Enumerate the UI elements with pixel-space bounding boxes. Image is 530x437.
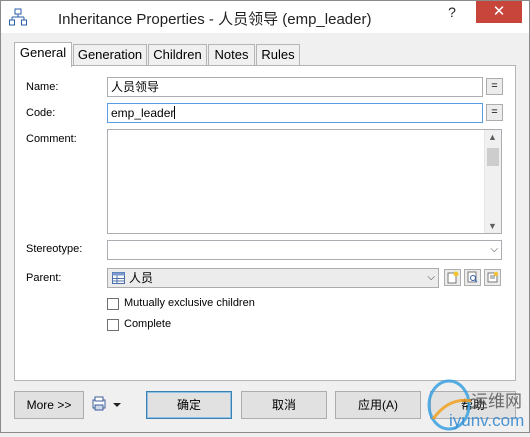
parent-combo[interactable]: 人员 ⌵ [107,268,439,288]
cancel-button[interactable]: 取消 [241,391,327,419]
select-parent-button[interactable] [464,269,481,286]
chevron-down-icon[interactable]: ⌵ [427,269,435,287]
stereotype-value [108,243,111,257]
printer-icon [92,396,121,411]
entity-table-icon [112,272,125,284]
comment-label: Comment: [26,133,77,145]
tab-notes[interactable]: Notes [208,44,255,66]
comment-textarea[interactable]: ▲ ▼ [107,129,502,234]
tab-rules[interactable]: Rules [256,44,300,66]
complete-label: Complete [124,318,172,330]
stereotype-combo[interactable]: ⌵ [107,240,502,260]
stereotype-label: Stereotype: [26,243,83,255]
parent-label: Parent: [26,272,62,284]
code-name-sync-button[interactable]: = [486,104,503,121]
chevron-down-icon[interactable]: ⌵ [490,241,498,259]
scroll-up-icon[interactable]: ▲ [488,132,497,142]
watermark-logo: 运维网 iyunv.com [419,379,530,434]
tab-children[interactable]: Children [148,44,207,66]
scroll-thumb[interactable] [487,148,499,166]
general-tab-panel: Name: 人员领导 = Code: emp_leader = Comment:… [14,65,516,381]
properties-icon [487,271,499,283]
mutually-exclusive-label: Mutually exclusive children [124,297,255,309]
apply-button[interactable]: 应用(A) [335,391,421,419]
ok-button[interactable]: 确定 [146,391,232,419]
name-label: Name: [26,81,59,93]
code-field[interactable]: emp_leader [107,103,483,123]
scroll-down-icon[interactable]: ▼ [488,221,497,231]
inheritance-app-icon [9,8,27,26]
parent-properties-button[interactable] [484,269,501,286]
close-button[interactable]: ✕ [476,1,522,23]
comment-scrollbar[interactable]: ▲ ▼ [484,130,501,233]
tab-generation[interactable]: Generation [73,44,147,66]
window-title: Inheritance Properties - 人员领导 (emp_leade… [58,11,372,28]
more-button[interactable]: More >> [14,391,84,419]
print-menu-button[interactable] [89,395,129,415]
browse-icon [467,271,478,283]
help-title-button[interactable]: ? [429,1,475,23]
name-field[interactable]: 人员领导 [107,77,483,97]
tab-general[interactable]: General [14,42,72,67]
properties-dialog: Inheritance Properties - 人员领导 (emp_leade… [0,0,530,433]
parent-value: 人员 [129,271,154,285]
complete-checkbox[interactable] [107,319,119,331]
code-value: emp_leader [111,106,175,120]
new-document-icon [447,271,459,284]
title-bar: Inheritance Properties - 人员领导 (emp_leade… [1,1,529,33]
code-label: Code: [26,107,56,119]
watermark-text-cn: 运维网 [471,392,522,411]
mutually-exclusive-checkbox[interactable] [107,298,119,310]
watermark-text-en: iyunv.com [449,411,525,430]
create-parent-button[interactable] [444,269,461,286]
text-cursor [174,106,176,119]
name-code-sync-button[interactable]: = [486,78,503,95]
